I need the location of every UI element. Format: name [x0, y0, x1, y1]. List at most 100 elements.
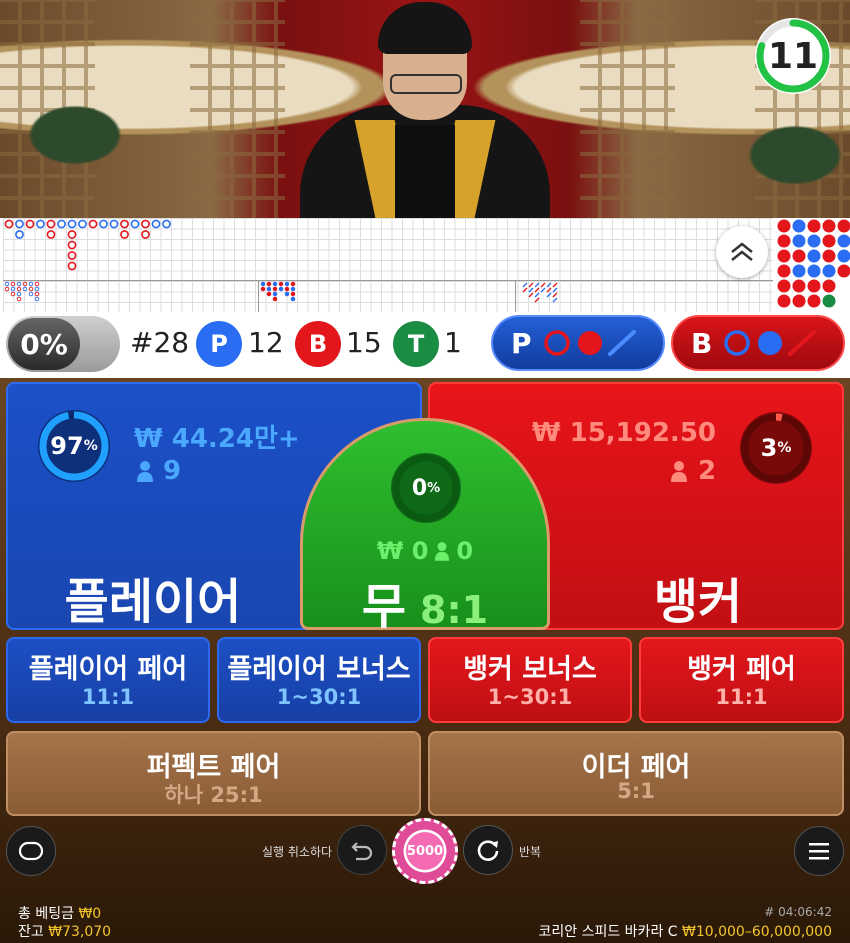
player-pair-bet[interactable]: 플레이어 페어 11:1 — [6, 637, 210, 723]
road-mark — [15, 230, 24, 239]
player-total-amount: ₩ 44.24만+ — [134, 424, 300, 454]
menu-button[interactable] — [794, 826, 844, 876]
repeat-icon — [477, 840, 499, 861]
road-mark — [278, 286, 284, 292]
either-pair-bet[interactable]: 이더 페어 5:1 — [428, 731, 844, 816]
road-mark — [162, 219, 171, 229]
side-bet-odds: 11:1 — [81, 685, 135, 709]
road-mark — [67, 219, 77, 229]
road-mark — [34, 296, 40, 302]
menu-icon — [809, 843, 829, 860]
bead-mark — [822, 249, 836, 263]
chip-value: 5000 — [406, 843, 444, 859]
side-bet-odds: 11:1 — [715, 685, 768, 709]
road-mark — [22, 281, 28, 287]
big-road — [3, 218, 773, 312]
bead-mark — [777, 264, 791, 278]
road-mark — [57, 219, 66, 229]
banker-pair-bet[interactable]: 뱅커 페어 11:1 — [639, 637, 844, 723]
road-mark — [290, 291, 296, 297]
side-bet-title: 플레이어 페어 — [28, 654, 188, 685]
road-mark — [88, 219, 98, 229]
player-wins-count: 12 — [248, 326, 284, 359]
tie-total-amount: ₩ 0 — [376, 537, 429, 565]
bead-mark — [792, 264, 806, 278]
road-mark — [272, 286, 278, 292]
road-mark — [120, 219, 129, 229]
tie-wins-count: 1 — [444, 326, 462, 359]
road-mark — [10, 291, 16, 297]
road-mark — [552, 282, 558, 288]
road-mark — [28, 291, 34, 297]
road-mark — [272, 291, 278, 297]
road-mark — [16, 286, 22, 292]
chat-button[interactable] — [6, 826, 56, 876]
chat-icon — [18, 841, 44, 861]
road-mark — [528, 287, 534, 293]
stats-percent[interactable]: 0% — [8, 318, 80, 370]
side-bet-odds: 1~30:1 — [276, 685, 362, 709]
undo-button[interactable] — [337, 825, 387, 875]
bead-mark — [792, 219, 806, 233]
banker-ask-label: B — [691, 326, 713, 360]
undo-label: 실행 취소하다 — [262, 845, 333, 859]
bead-mark — [777, 249, 791, 263]
ask-road-icons — [724, 330, 817, 356]
banker-ask-button[interactable]: B — [671, 315, 845, 371]
countdown-timer: 11 — [755, 18, 831, 94]
road-mark — [278, 281, 284, 287]
road-mark — [546, 292, 552, 298]
road-mark — [528, 282, 534, 288]
bead-mark — [822, 294, 836, 308]
repeat-label: 반복 — [519, 845, 542, 859]
road-mark — [540, 282, 546, 288]
road-mark — [36, 219, 45, 229]
road-mark — [99, 219, 108, 229]
road-mark — [284, 281, 290, 287]
side-bet-title: 플레이어 보너스 — [227, 654, 411, 685]
bead-mark — [792, 234, 806, 248]
player-bonus-bet[interactable]: 플레이어 보너스 1~30:1 — [217, 637, 421, 723]
total-bet-label: 총 베팅금 — [18, 906, 74, 922]
repeat-button[interactable] — [463, 825, 513, 875]
bead-mark — [807, 249, 821, 263]
road-mark — [546, 287, 552, 293]
road-divider — [3, 280, 773, 281]
ask-road-icons — [543, 330, 636, 356]
bead-mark — [837, 234, 850, 248]
road-mark — [534, 297, 540, 303]
bead-mark — [837, 219, 850, 233]
banker-bonus-bet[interactable]: 뱅커 보너스 1~30:1 — [428, 637, 632, 723]
player-ask-button[interactable]: P — [491, 315, 665, 371]
balance: 잔고 ₩73,070 — [18, 921, 111, 941]
road-mark — [534, 292, 540, 298]
player-label: 플레이어 — [64, 574, 242, 630]
bead-mark — [837, 249, 850, 263]
road-mark — [130, 219, 140, 229]
user-icon — [137, 461, 153, 482]
chip-selector[interactable]: 5000 — [392, 818, 458, 884]
banker-label: 뱅커 — [653, 574, 743, 630]
road-mark — [109, 219, 119, 229]
road-mark — [266, 291, 272, 297]
user-icon — [435, 542, 450, 561]
road-mark — [151, 219, 161, 229]
road-mark — [540, 287, 546, 293]
road-mark — [534, 282, 540, 288]
chevron-up-icon — [731, 242, 753, 261]
bead-mark — [822, 219, 836, 233]
road-mark — [67, 261, 77, 271]
road-mark — [10, 286, 16, 292]
road-mark — [546, 282, 552, 288]
road-mark — [522, 282, 528, 288]
bead-mark — [792, 279, 806, 293]
road-mark — [25, 219, 35, 229]
road-mark — [290, 296, 296, 302]
expand-roads-button[interactable] — [716, 226, 768, 278]
perfect-pair-bet[interactable]: 퍼펙트 페어 하나 25:1 — [6, 731, 421, 816]
banker-wins-count: 15 — [346, 326, 382, 359]
banker-percent: 3 — [760, 434, 778, 462]
road-mark — [522, 287, 528, 293]
tie-percent: 0 — [411, 475, 428, 501]
live-video-feed — [0, 0, 850, 218]
